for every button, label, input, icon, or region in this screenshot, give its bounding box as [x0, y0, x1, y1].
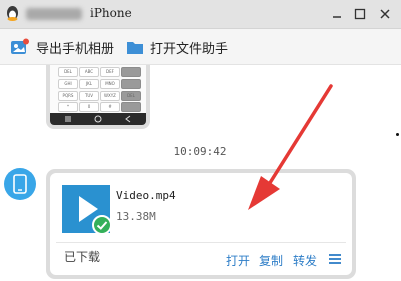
title-bar: iPhone — [0, 0, 401, 29]
keypad-key: ABC — [79, 67, 99, 77]
menu-icon — [65, 116, 71, 122]
keypad-key: MNO — [100, 79, 120, 89]
open-file-link[interactable]: 打开 — [226, 252, 250, 269]
file-card-body: Video.mp4 13.38M 已下载 打开 复制 转发 — [50, 173, 352, 275]
home-icon — [94, 115, 102, 123]
divider — [56, 242, 346, 243]
keypad-key: PQRS — [58, 91, 78, 101]
file-name: Video.mp4 — [116, 189, 176, 202]
forward-file-link[interactable]: 转发 — [293, 252, 317, 269]
keypad-key: * — [58, 102, 78, 112]
device-avatar[interactable] — [4, 168, 36, 200]
more-menu-icon[interactable] — [328, 253, 342, 265]
keypad-key: JKL — [79, 79, 99, 89]
keypad-key: DEL — [121, 91, 141, 101]
file-message-card[interactable]: Video.mp4 13.38M 已下载 打开 复制 转发 — [46, 169, 356, 279]
back-icon — [125, 115, 131, 123]
open-file-assistant-button[interactable]: 打开文件助手 — [126, 37, 228, 57]
check-icon — [92, 215, 112, 235]
keypad-key: # — [100, 102, 120, 112]
photo-album-icon — [11, 38, 29, 54]
folder-icon — [127, 42, 143, 54]
phone-nav-bar — [50, 113, 146, 125]
stray-mark — [396, 133, 399, 136]
message-timestamp: 10:09:42 — [173, 145, 227, 158]
maximize-icon[interactable] — [350, 4, 370, 24]
keypad-key: WXYZ — [100, 91, 120, 101]
copy-file-link[interactable]: 复制 — [259, 252, 283, 269]
chat-area: DEL ABC DEF GHI JKL MNO PQRS TUV WXYZ DE… — [0, 65, 401, 281]
keypad-key — [121, 102, 141, 112]
phone-icon — [13, 174, 27, 194]
file-size: 13.38M — [116, 210, 156, 223]
toolbar: 导出手机相册 打开文件助手 — [0, 29, 401, 65]
keypad-key: DEL — [58, 67, 78, 77]
download-status: 已下载 — [64, 250, 101, 264]
image-message[interactable]: DEL ABC DEF GHI JKL MNO PQRS TUV WXYZ DE… — [46, 65, 150, 129]
keypad-key — [121, 79, 141, 89]
keypad-key: 0 — [79, 102, 99, 112]
keypad-key — [121, 67, 141, 77]
open-file-assistant-label: 打开文件助手 — [150, 41, 229, 57]
keypad-key: TUV — [79, 91, 99, 101]
keypad-screenshot: DEL ABC DEF GHI JKL MNO PQRS TUV WXYZ DE… — [50, 65, 146, 125]
keypad-key: GHI — [58, 79, 78, 89]
keypad-key: DEF — [100, 67, 120, 77]
blurred-contact-name — [26, 8, 82, 20]
qq-penguin-icon — [7, 6, 18, 21]
export-album-label: 导出手机相册 — [36, 41, 115, 57]
close-icon[interactable] — [375, 4, 395, 24]
minimize-icon[interactable] — [327, 4, 347, 24]
export-album-button[interactable]: 导出手机相册 — [10, 37, 114, 57]
window-title: iPhone — [90, 6, 132, 20]
